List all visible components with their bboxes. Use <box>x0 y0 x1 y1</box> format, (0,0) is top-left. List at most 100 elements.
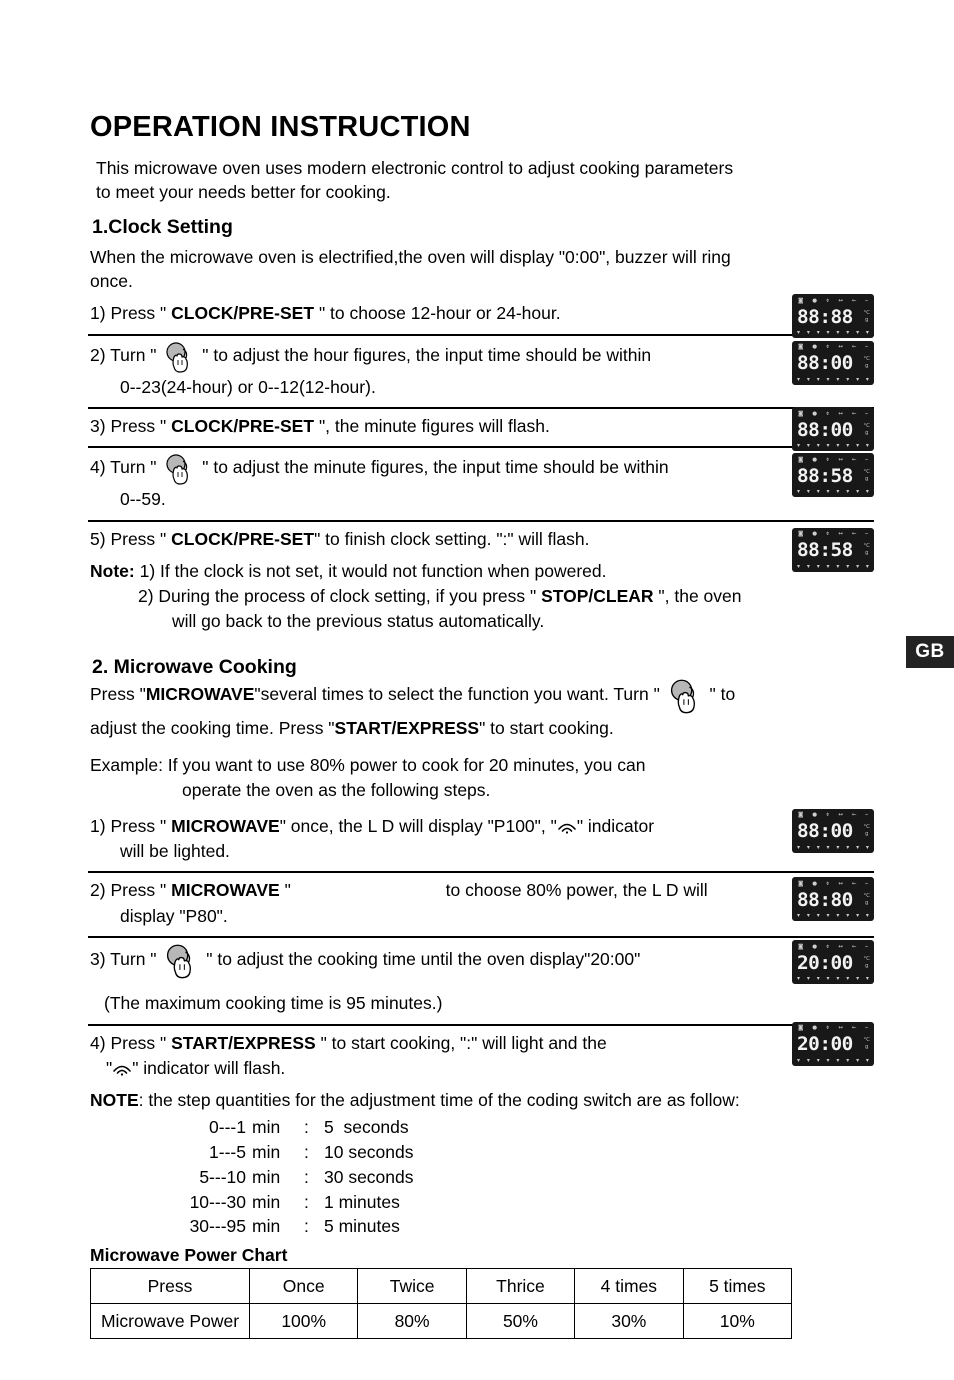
pot-icon: ⌽ <box>825 456 830 463</box>
menu-marker-icon: ▾ <box>836 912 840 920</box>
menu-marker-icon: ▾ <box>846 1056 850 1064</box>
bar-icon: ⎯ <box>865 456 868 463</box>
menu-marker-icon: ▾ <box>806 488 810 496</box>
button-name: START/EXPRESS <box>171 1032 316 1053</box>
menu-marker-icon: ▾ <box>846 843 850 851</box>
step-verb: Turn " <box>110 344 157 365</box>
step-number: 3) <box>90 416 106 437</box>
arrow-icon: ← <box>851 297 857 304</box>
led-display-panel: ◙ ● ⌽ ↔ ← ⎯ 88:80 °C g ▾ ▾ ▾ ▾ ▾ ▾ ▾ ▾ <box>792 877 874 922</box>
intro-text-b: "several times to select the function yo… <box>254 684 660 705</box>
microwave-step-row: 2) Press " MICROWAVE " to choose 80% pow… <box>88 873 874 934</box>
step-tail: " <box>284 880 291 901</box>
led-digit-row: 20:00 °C g <box>796 952 870 973</box>
led-display-panel: ◙ ● ⌽ ↔ ← ⎯ 88:58 °C g ▾ ▾ ▾ ▾ ▾ ▾ ▾ ▾ <box>792 527 874 572</box>
step-number: 2) <box>90 344 106 365</box>
menu-marker-icon: ▾ <box>816 975 820 983</box>
defrost-icon: ↔ <box>838 297 843 304</box>
wave-icon: ◙ <box>798 344 804 351</box>
unit-celsius: °C <box>863 309 870 316</box>
led-unit-labels: °C g <box>863 893 870 907</box>
table-row: Microwave Power 100% 80% 50% 30% 10% <box>90 1303 793 1340</box>
led-unit-labels: °C g <box>863 423 870 437</box>
time-unit: min <box>252 1191 281 1212</box>
step-tail: ", the minute figures will flash. <box>318 416 550 437</box>
led-bottom-icon-row: ▾ ▾ ▾ ▾ ▾ ▾ ▾ ▾ <box>796 376 870 383</box>
led-top-icon-row: ◙ ● ⌽ ↔ ← ⎯ <box>796 456 870 463</box>
pot-icon: ⌽ <box>825 344 830 351</box>
led-digits: 88:58 <box>797 464 853 487</box>
bar-icon: ⎯ <box>865 1025 868 1032</box>
led-digit-row: 88:58 °C g <box>796 540 870 561</box>
coding-switch-row: 0---1 min : 5 seconds <box>88 1115 874 1140</box>
unit-celsius: °C <box>863 892 870 899</box>
pot-icon: ⌽ <box>825 531 830 538</box>
menu-marker-icon: ▾ <box>826 843 830 851</box>
note-2-text-b: ", the oven <box>658 586 742 606</box>
unit-gram: g <box>864 550 869 557</box>
table-cell: 5 times <box>682 1268 793 1305</box>
led-digit-row: 88:00 °C g <box>796 821 870 842</box>
unit-celsius: °C <box>863 955 870 962</box>
table-cell: 4 times <box>574 1268 684 1305</box>
clock-step-row: 2) Turn " " to adjust the hour figures, … <box>88 336 874 405</box>
defrost-icon: ↔ <box>838 410 843 417</box>
menu-marker-icon: ▾ <box>806 843 810 851</box>
unit-celsius: °C <box>863 356 870 363</box>
step-increment: 5 minutes <box>324 1216 400 1237</box>
led-digit-row: 88:88 °C g <box>796 306 870 327</box>
unit-gram: g <box>864 1044 869 1051</box>
menu-marker-icon: ▾ <box>806 975 810 983</box>
microwave-wave-indicator-icon <box>557 816 577 834</box>
led-digit-row: 88:00 °C g <box>796 419 870 440</box>
menu-marker-icon: ▾ <box>826 975 830 983</box>
menu-marker-icon: ▾ <box>806 562 810 570</box>
table-row: Press Once Twice Thrice 4 times 5 times <box>90 1268 793 1305</box>
wave-icon: ◙ <box>798 880 804 887</box>
menu-marker-icon: ▾ <box>836 562 840 570</box>
unit-celsius: °C <box>863 543 870 550</box>
time-range: 30---95 <box>189 1216 246 1237</box>
led-digits: 88:00 <box>797 418 853 441</box>
time-range: 10---30 <box>189 1191 246 1212</box>
unit-gram: g <box>864 831 869 838</box>
menu-marker-icon: ▾ <box>865 562 869 570</box>
led-bottom-icon-row: ▾ ▾ ▾ ▾ ▾ ▾ ▾ ▾ <box>796 488 870 495</box>
wave-icon: ◙ <box>798 297 804 304</box>
pot-icon: ⌽ <box>825 943 830 950</box>
clock-step-row: 1) Press " CLOCK/PRE-SET " to choose 12-… <box>88 294 874 339</box>
step-second-line: (The maximum cooking time is 95 minutes.… <box>104 993 443 1014</box>
clock-lead-line-1: When the microwave oven is electrified,t… <box>90 246 731 267</box>
led-top-icon-row: ◙ ● ⌽ ↔ ← ⎯ <box>796 880 870 887</box>
microwave-step-row: 4) Press " START/EXPRESS " to start cook… <box>88 1021 874 1087</box>
coding-switch-row: 30---95 min : 5 minutes <box>88 1214 874 1239</box>
menu-marker-icon: ▾ <box>797 843 801 851</box>
clock-step-text: 4) Turn " " to adjust the minute figures… <box>88 448 774 517</box>
menu-marker-icon: ▾ <box>806 375 810 383</box>
menu-marker-icon: ▾ <box>806 1056 810 1064</box>
table-cell: Once <box>248 1268 359 1305</box>
step-tail: " to finish clock setting. ":" will flas… <box>314 528 590 549</box>
arrow-icon: ← <box>851 456 857 463</box>
time-unit: min <box>252 1141 281 1162</box>
step-number: 4) <box>90 1032 106 1053</box>
clock-icon: ● <box>812 880 818 887</box>
pot-icon: ⌽ <box>825 880 830 887</box>
note-label: NOTE <box>90 1090 139 1111</box>
menu-marker-icon: ▾ <box>826 912 830 920</box>
coding-switch-row: 5---10 min : 30 seconds <box>88 1165 874 1190</box>
clock-step-text: 2) Turn " " to adjust the hour figures, … <box>88 336 774 405</box>
step-number: 1) <box>90 815 106 836</box>
arrow-icon: ← <box>851 531 857 538</box>
coding-switch-list: 0---1 min : 5 seconds 1---5 min : 10 sec… <box>88 1115 874 1239</box>
menu-marker-icon: ▾ <box>797 912 801 920</box>
button-name: STOP/CLEAR <box>541 586 654 606</box>
arrow-icon: ← <box>851 880 857 887</box>
wave-icon: ◙ <box>798 1025 804 1032</box>
defrost-icon: ↔ <box>838 1025 843 1032</box>
table-cell: 50% <box>465 1303 576 1340</box>
menu-marker-icon: ▾ <box>856 975 860 983</box>
wave-icon: ◙ <box>798 531 804 538</box>
microwave-step-text: 4) Press " START/EXPRESS " to start cook… <box>88 1026 774 1087</box>
wave-icon: ◙ <box>798 943 804 950</box>
